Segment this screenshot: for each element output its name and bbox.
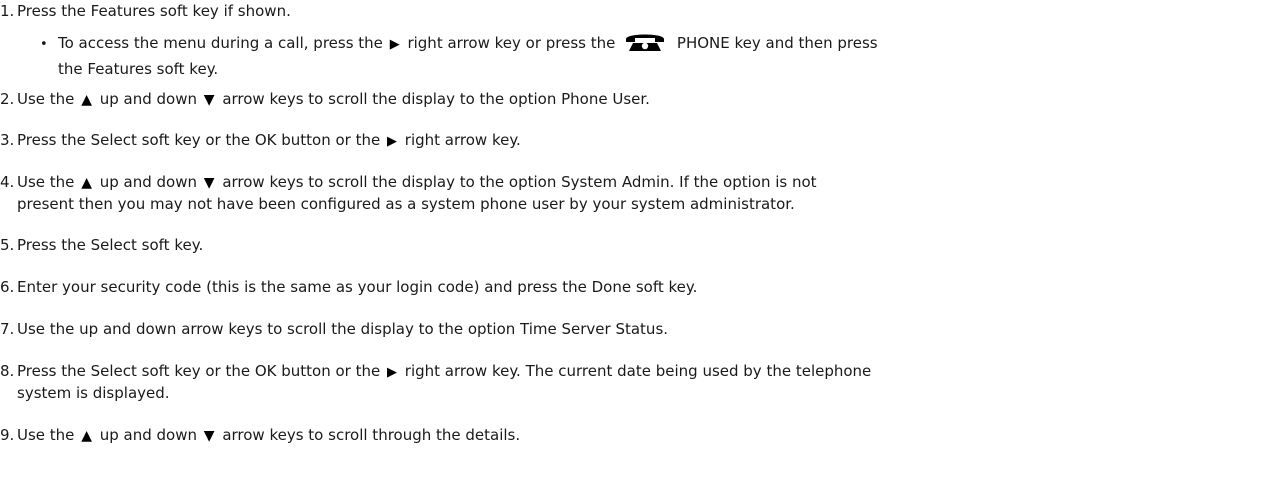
step-text-continued: system is displayed. [17,384,170,402]
step-3: 3. Press the Select soft key or the OK bu… [0,129,1270,151]
step-text: Use the [17,90,80,108]
step-6: 6. Enter your security code (this is the … [0,276,1270,298]
step-9: 9. Use the ▲ up and down ▼ arrow keys to … [0,424,1270,446]
step-1-note: • To access the menu during a call, press… [38,30,878,80]
step-text: arrow keys to scroll through the details… [217,426,521,444]
phone-key-icon [624,30,666,58]
step-1: 1. Press the Features soft key if shown. [0,0,1270,22]
step-text: Use the [17,173,80,191]
step-text: right arrow key. [400,131,521,149]
step-text: Enter your security code (this is the sa… [17,278,698,296]
step-number: 2. [0,90,15,108]
step-text: Press the Select soft key or the OK butt… [17,362,386,380]
step-text: up and down [94,90,202,108]
down-arrow-icon: ▼ [203,92,215,108]
step-number: 4. [0,173,15,191]
step-2: 2. Use the ▲ up and down ▼ arrow keys to … [0,88,1270,110]
step-number: 9. [0,426,15,444]
step-text: up and down [94,173,202,191]
down-arrow-icon: ▼ [203,175,215,191]
up-arrow-icon: ▲ [81,92,92,108]
step-text: Use the [17,426,80,444]
step-text: arrow keys to scroll the display to the … [217,173,817,191]
bullet-icon: • [40,37,48,52]
note-text-continued: the Features soft key. [58,60,219,78]
right-arrow-icon: ▶ [387,365,398,380]
note-text: PHONE key and then press [672,34,878,52]
instructions-document: 1. Press the Features soft key if shown. … [0,0,1279,503]
step-8: 8. Press the Select soft key or the OK bu… [0,360,1270,404]
step-5: 5. Press the Select soft key. [0,234,1270,256]
right-arrow-icon: ▶ [387,134,398,149]
right-arrow-icon: ▶ [389,37,400,52]
step-number: 6. [0,278,15,296]
up-arrow-icon: ▲ [81,175,92,191]
down-arrow-icon: ▼ [203,428,215,444]
step-number: 8. [0,362,15,380]
step-text-continued: present then you may not have been confi… [17,195,795,213]
step-text: Press the Features soft key if shown. [17,2,291,20]
step-text: Use the up and down arrow keys to scroll… [17,320,669,338]
step-text: right arrow key. The current date being … [400,362,872,380]
step-text: Press the Select soft key. [17,236,204,254]
step-4: 4. Use the ▲ up and down ▼ arrow keys to … [0,171,1270,215]
step-number: 5. [0,236,15,254]
step-7: 7. Use the up and down arrow keys to scro… [0,318,1270,340]
step-number: 1. [0,2,15,20]
step-text: arrow keys to scroll the display to the … [217,90,650,108]
step-text: Press the Select soft key or the OK butt… [17,131,386,149]
step-number: 7. [0,320,15,338]
step-number: 3. [0,131,15,149]
note-text: right arrow key or press the [402,34,621,52]
note-text: To access the menu during a call, press … [58,34,388,52]
up-arrow-icon: ▲ [81,428,92,444]
step-text: up and down [94,426,202,444]
